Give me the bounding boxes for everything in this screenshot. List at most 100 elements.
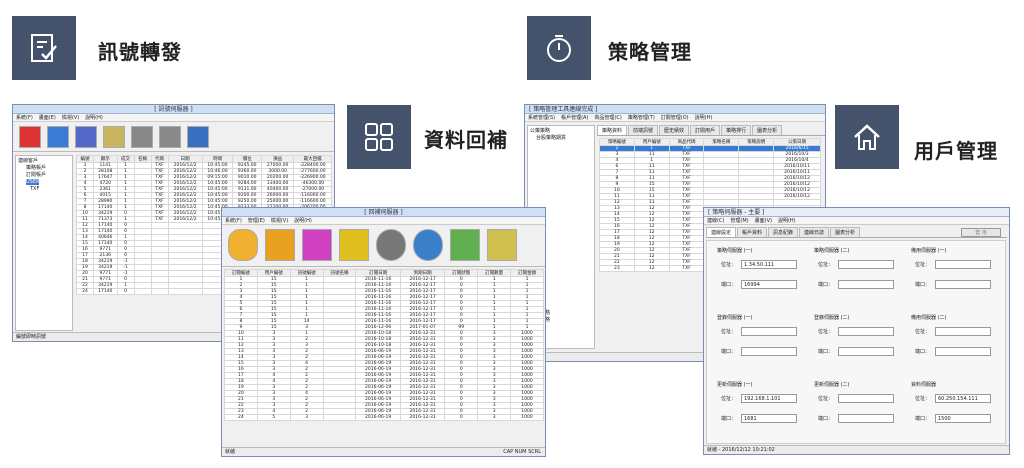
apply-button[interactable]: 套 用 xyxy=(961,228,1001,237)
column-header[interactable]: 訊號編號 xyxy=(289,269,324,277)
chart-icon[interactable] xyxy=(19,126,41,148)
menu-item[interactable]: 畫面(V) xyxy=(755,218,772,224)
table-row[interactable]: 1 15 1 2016-11-16 2016-12-17 0 1 1 xyxy=(224,276,544,283)
ip-field[interactable]: 1.34.50.111 xyxy=(741,260,797,269)
table-row[interactable]: 18 4 2 2016-06-19 2016-12-31 0 3 1000 xyxy=(224,378,544,385)
tab-signals[interactable]: 前端訊號 xyxy=(628,125,659,135)
port-field[interactable]: 1500 xyxy=(935,414,991,423)
tab-account[interactable]: 帳戶資料 xyxy=(737,227,768,237)
chevrons-down-icon[interactable] xyxy=(339,229,369,261)
tree-item[interactable]: 台股策略期貨 xyxy=(530,135,592,142)
table-row[interactable]: 12 3 3 2016-10-18 2016-12-31 0 3 1000 xyxy=(224,342,544,349)
tab-messages[interactable]: 訊息紀錄 xyxy=(768,227,799,237)
table-row[interactable]: 13 3 2 2016-06-19 2016-12-31 0 3 1000 xyxy=(224,348,544,355)
port-field[interactable] xyxy=(935,347,991,356)
table-row[interactable]: 8 15 14 2016-11-16 2016-12-17 0 1 1 xyxy=(224,318,544,325)
column-header[interactable]: 價位 xyxy=(232,155,263,163)
table-row[interactable]: 11 3 2 2016-10-18 2016-12-31 0 3 1000 xyxy=(224,336,544,343)
column-header[interactable]: 訂閱日期 xyxy=(355,269,401,277)
globe-icon[interactable] xyxy=(376,229,406,261)
column-header[interactable]: 策略名稱 xyxy=(703,138,740,146)
menu-item[interactable]: 說明(H) xyxy=(294,218,312,224)
column-header[interactable]: 成交 xyxy=(116,155,135,163)
table-row[interactable]: 20 3 4 2016-06-19 2016-12-31 0 3 1000 xyxy=(224,390,544,397)
wave-icon[interactable] xyxy=(75,126,97,148)
column-header[interactable]: 公策日期 xyxy=(773,138,821,146)
ip-field[interactable] xyxy=(935,327,991,336)
tree-item[interactable]: 策略帳戶 xyxy=(18,165,70,172)
tab-history[interactable]: 歷史績效 xyxy=(659,125,690,135)
menu-item[interactable]: 系統(F) xyxy=(225,218,242,224)
ip-field[interactable] xyxy=(838,260,894,269)
table-row[interactable]: 9 15 3 2016-12-06 2017-01-07 99 1 1 xyxy=(224,324,544,331)
tab-connection[interactable]: 連線設定 xyxy=(706,227,737,237)
account-tree[interactable]: 連線客戶 策略帳戶 訂閱帳戶 USER TXF xyxy=(15,155,73,331)
port-field[interactable] xyxy=(838,414,894,423)
tab-chart[interactable]: 圖表分析 xyxy=(752,125,783,135)
column-header[interactable]: 時間 xyxy=(201,155,234,163)
column-header[interactable]: 訂閱金額 xyxy=(510,269,544,277)
ip-field[interactable] xyxy=(935,260,991,269)
table-row[interactable]: 6 15 1 2016-11-16 2016-12-17 0 1 1 xyxy=(224,306,544,313)
menu-item[interactable]: 訂閱管理(O) xyxy=(661,115,689,121)
column-header[interactable]: 名稱 xyxy=(133,155,152,163)
tab-strategy-data[interactable]: 策略資料 xyxy=(597,125,628,135)
column-header[interactable]: 代碼 xyxy=(150,155,169,163)
table-row[interactable]: 5 15 1 2016-11-16 2016-12-17 0 1 1 xyxy=(224,300,544,307)
table-row[interactable]: 3 15 1 2016-11-16 2016-12-17 0 1 1 xyxy=(224,288,544,295)
port-field[interactable]: 1681 xyxy=(741,414,797,423)
tree-item[interactable]: 連線客戶 xyxy=(18,158,70,165)
tab-ranking[interactable]: 策略排行 xyxy=(721,125,752,135)
printer-icon[interactable] xyxy=(159,126,181,148)
menu-item[interactable]: 管理(E) xyxy=(248,218,265,224)
ip-field[interactable]: 192.168.1.101 xyxy=(741,394,797,403)
ip-field[interactable]: 60.250.154.111 xyxy=(935,394,991,403)
menu-item[interactable]: 說明(H) xyxy=(695,115,713,121)
tree-item[interactable]: 公策策略 xyxy=(530,128,592,135)
column-header[interactable]: 用戶編號 xyxy=(633,138,670,146)
table-row[interactable]: 21 3 2 2016-06-19 2016-12-31 0 3 1000 xyxy=(224,396,544,403)
menu-item[interactable]: 說明(H) xyxy=(778,218,796,224)
port-field[interactable]: 16994 xyxy=(741,280,797,289)
port-field[interactable] xyxy=(741,347,797,356)
bar-chart-icon[interactable] xyxy=(47,126,69,148)
table-row[interactable]: 24 5 3 2016-06-19 2016-12-31 0 3 1000 xyxy=(224,414,544,421)
menu-item[interactable]: 檢視(V) xyxy=(62,115,79,121)
download-icon[interactable] xyxy=(265,229,295,261)
transfer-icon[interactable] xyxy=(103,126,125,148)
table-row[interactable]: 2 15 1 2016-11-16 2016-12-17 0 1 1 xyxy=(224,282,544,289)
menu-item[interactable]: 帳戶管理(A) xyxy=(561,115,588,121)
column-header[interactable]: 顯示 xyxy=(93,155,118,163)
table-row[interactable]: 23 4 2 2016-06-19 2016-12-31 0 3 1000 xyxy=(224,408,544,415)
table-row[interactable]: 15 3 4 2016-06-19 2016-12-31 0 3 1000 xyxy=(224,360,544,367)
menu-item[interactable]: 畫面(E) xyxy=(39,115,56,121)
tree-item[interactable]: 訂閱帳戶 xyxy=(18,172,70,179)
column-header[interactable]: 訂閱數量 xyxy=(477,269,512,277)
table-row[interactable]: 10 3 1 2016-10-18 2016-12-31 0 3 1000 xyxy=(224,330,544,337)
column-header[interactable]: 策略說明 xyxy=(738,138,775,146)
column-header[interactable]: 策略編號 xyxy=(599,138,635,146)
tree-item[interactable]: USER xyxy=(26,179,40,185)
table-row[interactable]: 16 3 2 2016-06-19 2016-12-31 0 3 1000 xyxy=(224,366,544,373)
ip-field[interactable] xyxy=(838,327,894,336)
menu-item[interactable]: 說明(H) xyxy=(85,115,103,121)
column-header[interactable]: 用戶編號 xyxy=(256,269,291,277)
table-row[interactable]: 7 15 1 2016-11-16 2016-12-17 0 1 1 xyxy=(224,312,544,319)
port-field[interactable] xyxy=(838,347,894,356)
menu-item[interactable]: 管理(M) xyxy=(730,218,748,224)
menu-item[interactable]: 連線(C) xyxy=(707,218,724,224)
save-icon[interactable] xyxy=(187,126,209,148)
menu-item[interactable]: 檢視(V) xyxy=(271,218,288,224)
column-header[interactable]: 商品代碼 xyxy=(668,138,705,146)
ip-field[interactable] xyxy=(838,394,894,403)
tab-connection-log[interactable]: 連線日誌 xyxy=(799,227,830,237)
table-row[interactable]: 22 3 2 2016-06-19 2016-12-31 0 3 1000 xyxy=(224,402,544,409)
line-chart-icon[interactable] xyxy=(487,229,517,261)
column-header[interactable]: 日期 xyxy=(167,155,203,163)
tree-item[interactable]: TXF xyxy=(18,186,70,193)
tab-subscribers[interactable]: 訂閱用戶 xyxy=(690,125,721,135)
column-header[interactable]: 到期日期 xyxy=(399,269,446,277)
network-icon[interactable] xyxy=(131,126,153,148)
table-row[interactable]: 17 4 2 2016-06-19 2016-12-31 0 3 1000 xyxy=(224,372,544,379)
ip-field[interactable] xyxy=(741,327,797,336)
